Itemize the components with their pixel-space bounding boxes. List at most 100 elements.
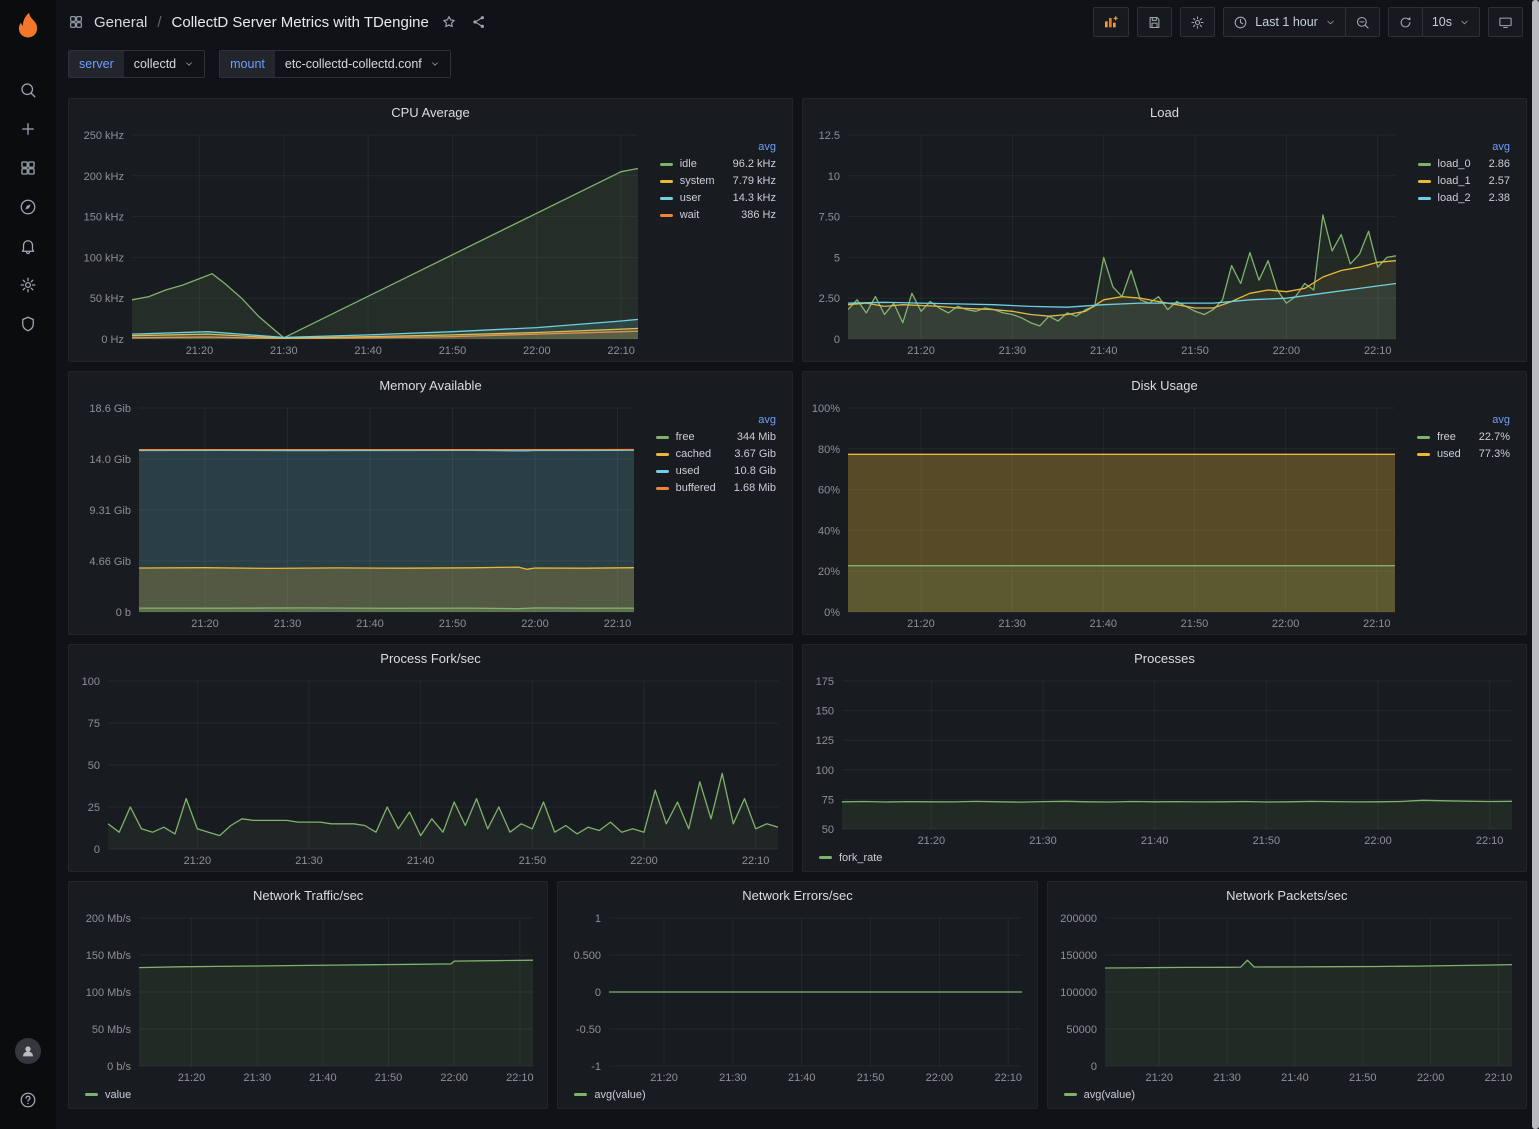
dashboard-settings-button[interactable] bbox=[1180, 7, 1215, 37]
grafana-logo[interactable] bbox=[11, 8, 45, 42]
user-icon bbox=[20, 1043, 36, 1059]
panel-body: 21:2021:3021:4021:5022:0022:100255075100 bbox=[69, 671, 792, 871]
variable-mount-value[interactable]: etc-collectd-collectd.conf bbox=[275, 51, 450, 77]
panel-title-network-packets-sec[interactable]: Network Packets/sec bbox=[1226, 888, 1347, 903]
legend-avg-header[interactable]: avg bbox=[715, 139, 776, 155]
legend-label: user bbox=[680, 192, 701, 204]
panel-body: 21:2021:3021:4021:5022:0022:100%20%40%60… bbox=[803, 398, 1526, 634]
sidebar-item-alerting[interactable] bbox=[8, 226, 48, 265]
caret-down-icon bbox=[184, 59, 194, 69]
legend-item-load-1[interactable]: load_1 bbox=[1418, 174, 1471, 189]
sidebar-item-help[interactable] bbox=[8, 1080, 48, 1119]
legend-item-avg-value[interactable]: avg(value) bbox=[1064, 1089, 1135, 1101]
legend-item-wait[interactable]: wait bbox=[660, 208, 715, 223]
chart-load[interactable]: 21:2021:3021:4021:5022:0022:1002.5057.50… bbox=[809, 125, 1404, 359]
legend-avg-header[interactable]: avg bbox=[1461, 412, 1510, 428]
x-axis-label: 21:40 bbox=[1090, 618, 1118, 630]
star-dashboard-button[interactable] bbox=[439, 12, 459, 32]
breadcrumb-folder[interactable]: General bbox=[94, 14, 147, 31]
x-axis-label: 22:10 bbox=[1364, 345, 1392, 357]
y-axis-label: 9.31 Gib bbox=[89, 505, 131, 517]
chart-processes[interactable]: 21:2021:3021:4021:5022:0022:105075100125… bbox=[809, 671, 1520, 849]
chart-disk-usage[interactable]: 21:2021:3021:4021:5022:0022:100%20%40%60… bbox=[809, 398, 1403, 632]
y-axis-label: 50 bbox=[822, 824, 834, 836]
sidebar-item-configuration[interactable] bbox=[8, 265, 48, 304]
x-axis-label: 22:00 bbox=[521, 618, 549, 630]
sidebar-item-server-admin[interactable] bbox=[8, 304, 48, 343]
legend-item-avg-value[interactable]: avg(value) bbox=[574, 1089, 645, 1101]
share-dashboard-button[interactable] bbox=[469, 12, 489, 32]
legend-avg-header[interactable]: avg bbox=[1471, 139, 1510, 155]
legend-item-cached[interactable]: cached bbox=[656, 447, 716, 462]
legend-item-free[interactable]: free bbox=[656, 430, 716, 445]
panel-title-network-errors-sec[interactable]: Network Errors/sec bbox=[742, 888, 853, 903]
y-axis-label: 40% bbox=[818, 525, 840, 537]
add-panel-button[interactable] bbox=[1093, 7, 1129, 37]
y-axis-label: 5 bbox=[834, 252, 840, 264]
dashboard-title: CollectD Server Metrics with TDengine bbox=[172, 14, 429, 31]
chart-network-packets-sec[interactable]: 21:2021:3021:4021:5022:0022:100500001000… bbox=[1054, 908, 1520, 1086]
panel-title-load[interactable]: Load bbox=[1150, 105, 1179, 120]
panel-process-fork-sec: Process Fork/sec 21:2021:3021:4021:5022:0… bbox=[68, 644, 793, 872]
panel-title-memory-available[interactable]: Memory Available bbox=[379, 378, 481, 393]
legend-item-user[interactable]: user bbox=[660, 191, 715, 206]
panel-title-cpu-average[interactable]: CPU Average bbox=[391, 105, 470, 120]
panel-title-processes[interactable]: Processes bbox=[1134, 651, 1195, 666]
legend-value: 14.3 kHz bbox=[715, 191, 776, 206]
y-axis-label: 100 bbox=[816, 765, 834, 777]
legend-swatch bbox=[656, 453, 669, 456]
user-avatar[interactable] bbox=[15, 1038, 41, 1064]
time-range-picker[interactable]: Last 1 hour bbox=[1223, 7, 1346, 37]
y-axis-label: 175 bbox=[816, 676, 834, 688]
variable-mount-selected: etc-collectd-collectd.conf bbox=[285, 57, 422, 71]
sidebar-item-search[interactable] bbox=[8, 70, 48, 109]
legend-item-used[interactable]: used bbox=[1417, 447, 1461, 462]
scrollbar[interactable] bbox=[1532, 0, 1539, 1129]
legend-item-idle[interactable]: idle bbox=[660, 157, 715, 172]
caret-down-icon bbox=[1325, 17, 1336, 28]
x-axis-label: 21:40 bbox=[1281, 1072, 1309, 1084]
help-icon bbox=[19, 1091, 37, 1109]
sidebar-item-explore[interactable] bbox=[8, 187, 48, 226]
zoom-out-button[interactable] bbox=[1345, 7, 1380, 37]
chart-memory-available[interactable]: 21:2021:3021:4021:5022:0022:100 b4.66 Gi… bbox=[75, 398, 642, 632]
variable-server: server collectd bbox=[68, 50, 205, 78]
sidebar-item-create[interactable] bbox=[8, 109, 48, 148]
chart-network-errors-sec[interactable]: 21:2021:3021:4021:5022:0022:10-1-0.5000.… bbox=[564, 908, 1030, 1086]
legend-item-system[interactable]: system bbox=[660, 174, 715, 189]
sidebar-item-dashboards[interactable] bbox=[8, 148, 48, 187]
scrollbar-thumb[interactable] bbox=[1532, 0, 1539, 1129]
chart-process-fork-sec[interactable]: 21:2021:3021:4021:5022:0022:100255075100 bbox=[75, 671, 786, 869]
y-axis-label: 100% bbox=[812, 403, 840, 415]
dashboard-row-3: Process Fork/sec 21:2021:3021:4021:5022:0… bbox=[68, 644, 1527, 872]
panel-title-process-fork-sec[interactable]: Process Fork/sec bbox=[380, 651, 480, 666]
legend-item-used[interactable]: used bbox=[656, 464, 716, 479]
panel-header: Processes bbox=[803, 645, 1526, 671]
x-axis-label: 21:50 bbox=[1253, 835, 1281, 847]
legend-item-free[interactable]: free bbox=[1417, 430, 1461, 445]
panel-title-network-traffic-sec[interactable]: Network Traffic/sec bbox=[253, 888, 363, 903]
chart-network-traffic-sec[interactable]: 21:2021:3021:4021:5022:0022:100 b/s50 Mb… bbox=[75, 908, 541, 1086]
variable-server-value[interactable]: collectd bbox=[124, 51, 204, 77]
panel-header: Process Fork/sec bbox=[69, 645, 792, 671]
panel-title-disk-usage[interactable]: Disk Usage bbox=[1131, 378, 1197, 393]
save-dashboard-button[interactable] bbox=[1137, 7, 1172, 37]
legend-item-load-2[interactable]: load_2 bbox=[1418, 191, 1471, 206]
x-axis-label: 21:50 bbox=[439, 618, 467, 630]
legend-item-load-0[interactable]: load_0 bbox=[1418, 157, 1471, 172]
refresh-button[interactable] bbox=[1388, 7, 1423, 37]
panel-disk-usage: Disk Usage 21:2021:3021:4021:5022:0022:10… bbox=[802, 371, 1527, 635]
legend-item-value[interactable]: value bbox=[85, 1089, 131, 1101]
y-axis-label: 100 Mb/s bbox=[86, 987, 132, 999]
y-axis-label: 80% bbox=[818, 444, 840, 456]
series-free bbox=[139, 608, 634, 609]
legend-avg-header[interactable]: avg bbox=[716, 412, 776, 428]
legend-item-fork-rate[interactable]: fork_rate bbox=[819, 852, 882, 864]
refresh-interval-select[interactable]: 10s bbox=[1422, 7, 1480, 37]
legend-swatch bbox=[1417, 436, 1430, 439]
chart-cpu-average[interactable]: 21:2021:3021:4021:5022:0022:100 Hz50 kHz… bbox=[75, 125, 646, 359]
legend-swatch bbox=[656, 487, 669, 490]
legend-item-buffered[interactable]: buffered bbox=[656, 481, 716, 496]
cycle-view-mode-button[interactable] bbox=[1488, 7, 1523, 37]
grafana-flame-icon bbox=[13, 10, 43, 40]
